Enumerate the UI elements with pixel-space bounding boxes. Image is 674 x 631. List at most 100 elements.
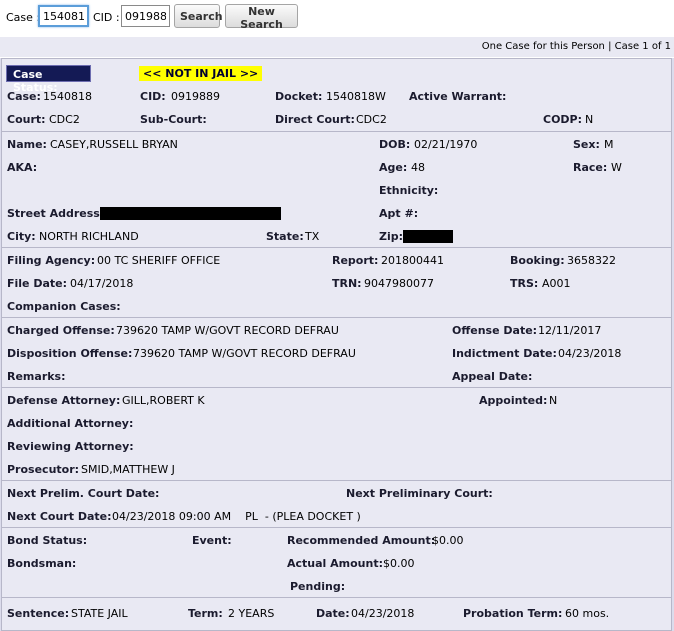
next-court-date-label: Next Court Date: — [7, 510, 112, 523]
filing-section: Filing Agency: 00 TC SHERIFF OFFICE Repo… — [1, 247, 672, 318]
age-label: Age: — [379, 161, 408, 174]
dob-value: 02/21/1970 — [414, 138, 478, 151]
additional-attorney-label: Additional Attorney: — [7, 417, 134, 430]
booking-label: Booking: — [510, 254, 565, 267]
booking-value: 3658322 — [567, 254, 616, 267]
sentence-label: Sentence: — [7, 607, 70, 620]
disposition-offense-label: Disposition Offense: — [7, 347, 133, 360]
filing-agency-value: 00 TC SHERIFF OFFICE — [97, 254, 221, 267]
actual-amount-label: Actual Amount: — [287, 557, 383, 570]
zip-redaction — [403, 230, 453, 243]
file-date-value: 04/17/2018 — [70, 277, 134, 290]
age-value: 48 — [411, 161, 425, 174]
name-value: CASEY,RUSSELL BRYAN — [50, 138, 178, 151]
cid-value: 0919889 — [171, 90, 220, 103]
defense-attorney-value: GILL,ROBERT K — [122, 394, 205, 407]
sentence-date-label: Date: — [316, 607, 350, 620]
race-value: W — [611, 161, 622, 174]
actual-amount-value: $0.00 — [383, 557, 415, 570]
companion-cases-label: Companion Cases: — [7, 300, 121, 313]
term-label: Term: — [188, 607, 223, 620]
direct-court-value: CDC2 — [356, 113, 387, 126]
sub-court-label: Sub-Court: — [140, 113, 207, 126]
case-search-input[interactable] — [38, 5, 89, 27]
apt-label: Apt #: — [379, 207, 419, 220]
street-address-label: Street Address: — [7, 207, 105, 220]
name-label: Name: — [7, 138, 47, 151]
prosecutor-value: SMID,MATTHEW J — [81, 463, 175, 476]
sex-value: M — [604, 138, 614, 151]
case-detail-panel: Case Status: << NOT IN JAIL >> Case: 154… — [0, 58, 674, 631]
defense-attorney-label: Defense Attorney: — [7, 394, 121, 407]
zip-label: Zip: — [379, 230, 404, 243]
trs-label: TRS: — [510, 277, 539, 290]
codp-label: CODP: — [543, 113, 583, 126]
appeal-date-label: Appeal Date: — [452, 370, 533, 383]
recommended-amount-label: Recommended Amount: — [287, 534, 436, 547]
next-prelim-court-date-label: Next Prelim. Court Date: — [7, 487, 160, 500]
cid-label: CID: — [140, 90, 166, 103]
offense-date-value: 12/11/2017 — [538, 324, 602, 337]
city-value: NORTH RICHLAND — [39, 230, 139, 243]
city-label: City: — [7, 230, 36, 243]
probation-term-value: 60 mos. — [565, 607, 610, 620]
prosecutor-label: Prosecutor: — [7, 463, 80, 476]
report-value: 201800441 — [381, 254, 444, 267]
search-bar: Case : CID : Search New Search — [0, 0, 674, 37]
state-label: State: — [266, 230, 304, 243]
bond-status-label: Bond Status: — [7, 534, 88, 547]
file-date-label: File Date: — [7, 277, 68, 290]
case-label: Case: — [7, 90, 41, 103]
term-value: 2 YEARS — [228, 607, 275, 620]
appointed-value: N — [549, 394, 558, 407]
sentence-section: Sentence: STATE JAIL Term: 2 YEARS Date:… — [1, 597, 672, 631]
case-status-badge: Case Status: — [6, 65, 91, 94]
pending-label: Pending: — [290, 580, 346, 593]
cid-search-label: CID : — [93, 11, 120, 24]
appointed-label: Appointed: — [479, 394, 548, 407]
charged-offense-label: Charged Offense: — [7, 324, 115, 337]
sentence-value: STATE JAIL — [71, 607, 128, 620]
docket-value: 1540818W — [326, 90, 386, 103]
dob-label: DOB: — [379, 138, 411, 151]
attorneys-section: Defense Attorney: GILL,ROBERT K Appointe… — [1, 387, 672, 481]
next-preliminary-court-label: Next Preliminary Court: — [346, 487, 493, 500]
next-court-date-value: 04/23/2018 09:00 AM PL - (PLEA DOCKET ) — [112, 510, 361, 523]
remarks-label: Remarks: — [7, 370, 66, 383]
case-pager-bar: One Case for this Person | Case 1 of 1 — [0, 37, 674, 57]
street-address-redaction — [100, 207, 281, 220]
aka-label: AKA: — [7, 161, 38, 174]
offense-section: Charged Offense: 739620 TAMP W/GOVT RECO… — [1, 317, 672, 388]
sentence-date-value: 04/23/2018 — [351, 607, 415, 620]
new-search-button[interactable]: New Search — [225, 4, 298, 31]
state-value: TX — [305, 230, 320, 243]
charged-offense-value: 739620 TAMP W/GOVT RECORD DEFRAU — [116, 324, 339, 337]
direct-court-label: Direct Court: — [275, 113, 355, 126]
trn-value: 9047980077 — [364, 277, 434, 290]
cid-search-input[interactable] — [121, 5, 170, 27]
active-warrant-label: Active Warrant: — [409, 90, 507, 103]
search-button[interactable]: Search — [174, 4, 223, 28]
filing-agency-label: Filing Agency: — [7, 254, 96, 267]
indictment-date-value: 04/23/2018 — [558, 347, 622, 360]
report-label: Report: — [332, 254, 379, 267]
codp-value: N — [585, 113, 594, 126]
recommended-amount-value: $0.00 — [432, 534, 464, 547]
event-label: Event: — [192, 534, 232, 547]
probation-term-label: Probation Term: — [463, 607, 563, 620]
bondsman-label: Bondsman: — [7, 557, 77, 570]
case-status-section: Case Status: << NOT IN JAIL >> Case: 154… — [1, 58, 672, 132]
jail-status-badge: << NOT IN JAIL >> — [139, 66, 263, 81]
disposition-offense-value: 739620 TAMP W/GOVT RECORD DEFRAU — [133, 347, 356, 360]
court-value: CDC2 — [49, 113, 80, 126]
reviewing-attorney-label: Reviewing Attorney: — [7, 440, 134, 453]
race-label: Race: — [573, 161, 608, 174]
sex-label: Sex: — [573, 138, 600, 151]
ethnicity-label: Ethnicity: — [379, 184, 439, 197]
court-dates-section: Next Prelim. Court Date: Next Preliminar… — [1, 480, 672, 528]
court-label: Court: — [7, 113, 46, 126]
bond-section: Bond Status: Event: Recommended Amount: … — [1, 527, 672, 598]
trn-label: TRN: — [332, 277, 362, 290]
offense-date-label: Offense Date: — [452, 324, 538, 337]
person-section: Name: CASEY,RUSSELL BRYAN DOB: 02/21/197… — [1, 131, 672, 248]
